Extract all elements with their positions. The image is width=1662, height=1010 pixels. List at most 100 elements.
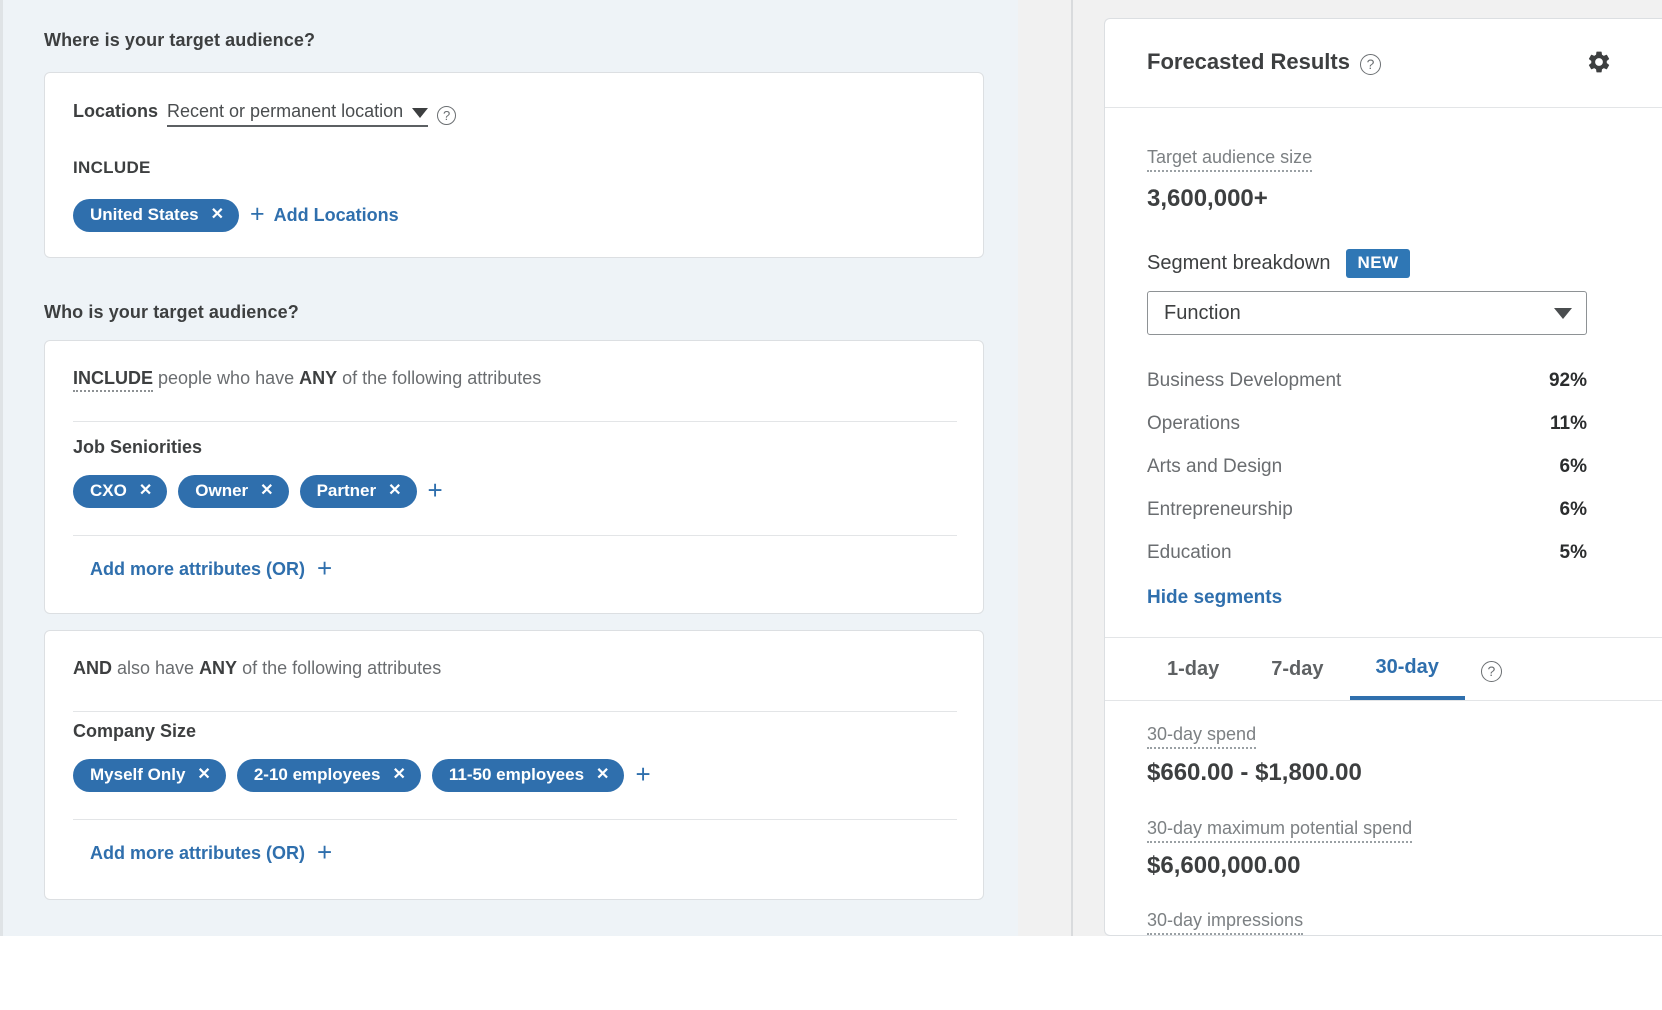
- segment-select-value: Function: [1164, 301, 1241, 324]
- hide-segments-link[interactable]: Hide segments: [1147, 587, 1282, 609]
- forecast-panel-header: Forecasted Results ?: [1105, 19, 1662, 108]
- segment-name: Operations: [1147, 412, 1240, 434]
- locations-select-row: Locations Recent or permanent location ?: [73, 101, 457, 127]
- job-seniorities-chip-row: CXO ✕ Owner ✕ Partner ✕ +: [73, 475, 443, 508]
- attribute-chip-label: 11-50 employees: [448, 765, 585, 784]
- any-keyword-0: ANY: [299, 368, 338, 388]
- segment-percent: 6%: [1559, 455, 1587, 477]
- divider: [73, 711, 957, 712]
- sentence-mid-0: people who have: [153, 368, 300, 388]
- page-title: Forecasted Results ?: [1147, 49, 1381, 75]
- close-x-icon[interactable]: ✕: [392, 766, 405, 783]
- location-type-select[interactable]: Recent or permanent location: [167, 101, 429, 127]
- add-locations-label: Add Locations: [273, 204, 399, 225]
- app-root: Where is your target audience? Locations…: [0, 0, 1662, 1010]
- segment-row: Education 5%: [1147, 531, 1587, 574]
- segment-breakdown-list: Business Development 92% Operations 11% …: [1147, 359, 1587, 574]
- tab-1-day[interactable]: 1-day: [1147, 638, 1245, 700]
- attribute-chip-label: 2-10 employees: [253, 765, 381, 784]
- segment-breakdown-select[interactable]: Function: [1147, 291, 1587, 335]
- segment-percent: 6%: [1559, 498, 1587, 520]
- spend-value: $660.00 - $1,800.00: [1147, 759, 1362, 786]
- targeting-form-panel: Where is your target audience? Locations…: [0, 0, 1018, 936]
- panel-divider: [1071, 0, 1073, 936]
- segment-row: Entrepreneurship 6%: [1147, 488, 1587, 531]
- max-potential-spend-value: $6,600,000.00: [1147, 852, 1301, 879]
- sentence-suffix-1: of the following attributes: [237, 658, 442, 678]
- locations-card: Locations Recent or permanent location ?…: [44, 72, 984, 258]
- attribute-chip[interactable]: 11-50 employees ✕: [431, 759, 625, 792]
- forecast-title-text: Forecasted Results: [1147, 49, 1350, 74]
- job-seniorities-title: Job Seniorities: [73, 437, 203, 457]
- attribute-chip[interactable]: Partner ✕: [299, 475, 417, 508]
- attribute-chip[interactable]: Owner ✕: [178, 475, 289, 508]
- locations-help-icon[interactable]: ?: [437, 106, 457, 125]
- segment-row: Business Development 92%: [1147, 359, 1587, 402]
- segment-name: Business Development: [1147, 369, 1342, 391]
- segment-name: Entrepreneurship: [1147, 498, 1293, 520]
- attribute-chip[interactable]: Myself Only ✕: [73, 759, 226, 792]
- close-x-icon[interactable]: ✕: [139, 482, 152, 499]
- plus-icon: +: [317, 837, 333, 868]
- close-x-icon[interactable]: ✕: [388, 482, 401, 499]
- locations-include-label: INCLUDE: [73, 158, 151, 177]
- tab-30-day[interactable]: 30-day: [1349, 638, 1465, 700]
- segment-row: Operations 11%: [1147, 402, 1587, 445]
- segment-row: Arts and Design 6%: [1147, 445, 1587, 488]
- job-seniorities-card: INCLUDE people who have ANY of the follo…: [44, 340, 984, 614]
- segment-percent: 92%: [1548, 369, 1587, 391]
- and-keyword[interactable]: AND: [73, 658, 112, 678]
- attribute-chip-label: CXO: [90, 481, 127, 500]
- segment-breakdown-header: Segment breakdown NEW: [1147, 249, 1410, 278]
- segment-name: Education: [1147, 541, 1232, 563]
- attribute-chip[interactable]: CXO ✕: [73, 475, 168, 508]
- gear-icon[interactable]: [1586, 49, 1612, 80]
- add-more-attributes-or-button[interactable]: Add more attributes (OR) +: [90, 553, 333, 584]
- segment-breakdown-label: Segment breakdown: [1147, 252, 1331, 274]
- where-section-heading: Where is your target audience?: [44, 30, 316, 50]
- impressions-label: 30-day impressions: [1147, 910, 1304, 935]
- company-size-title: Company Size: [73, 721, 197, 741]
- forecast-help-icon[interactable]: ?: [1359, 53, 1381, 75]
- add-attribute-plus-icon[interactable]: +: [635, 761, 650, 787]
- new-badge: NEW: [1346, 249, 1410, 278]
- who-section-heading: Who is your target audience?: [44, 302, 299, 322]
- add-attribute-plus-icon[interactable]: +: [428, 477, 443, 503]
- attribute-chip-label: Myself Only: [90, 765, 186, 784]
- segment-percent: 11%: [1550, 412, 1587, 434]
- and-any-sentence: AND also have ANY of the following attri…: [73, 658, 441, 679]
- company-size-card: AND also have ANY of the following attri…: [44, 630, 984, 900]
- spend-label: 30-day spend: [1147, 724, 1257, 749]
- tabs-help-wrap: ?: [1465, 659, 1502, 682]
- sentence-mid-1: also have: [112, 658, 200, 678]
- tab-7-day[interactable]: 7-day: [1245, 638, 1349, 700]
- location-type-value: Recent or permanent location: [167, 101, 404, 121]
- add-more-attributes-label: Add more attributes (OR): [90, 559, 306, 579]
- include-keyword[interactable]: INCLUDE: [73, 368, 153, 392]
- add-locations-button[interactable]: + Add Locations: [250, 202, 399, 227]
- sentence-suffix-0: of the following attributes: [337, 368, 542, 388]
- forecast-tabs-help-icon[interactable]: ?: [1480, 660, 1502, 682]
- locations-chip-row: United States ✕ + Add Locations: [73, 199, 399, 232]
- location-chip-label: United States: [90, 205, 199, 224]
- add-more-attributes-label: Add more attributes (OR): [90, 843, 306, 863]
- close-x-icon[interactable]: ✕: [260, 482, 273, 499]
- close-x-icon[interactable]: ✕: [596, 766, 609, 783]
- divider: [73, 535, 957, 536]
- location-chip[interactable]: United States ✕: [73, 199, 240, 232]
- attribute-chip-label: Partner: [316, 481, 377, 500]
- caret-down-icon: [412, 107, 429, 118]
- segment-percent: 5%: [1559, 541, 1587, 563]
- attribute-chip[interactable]: 2-10 employees ✕: [236, 759, 421, 792]
- plus-icon: +: [317, 553, 333, 584]
- forecast-duration-tabs: 1-day 7-day 30-day ?: [1105, 637, 1662, 701]
- any-keyword-1: ANY: [199, 658, 238, 678]
- target-audience-size-value: 3,600,000+: [1147, 185, 1268, 212]
- attribute-chip-label: Owner: [195, 481, 249, 500]
- add-more-attributes-or-button[interactable]: Add more attributes (OR) +: [90, 837, 333, 868]
- forecasted-results-panel: Forecasted Results ? Target audience siz…: [1104, 18, 1662, 936]
- divider: [73, 421, 957, 422]
- segment-name: Arts and Design: [1147, 455, 1283, 477]
- close-x-icon[interactable]: ✕: [197, 766, 210, 783]
- close-x-icon[interactable]: ✕: [211, 206, 224, 223]
